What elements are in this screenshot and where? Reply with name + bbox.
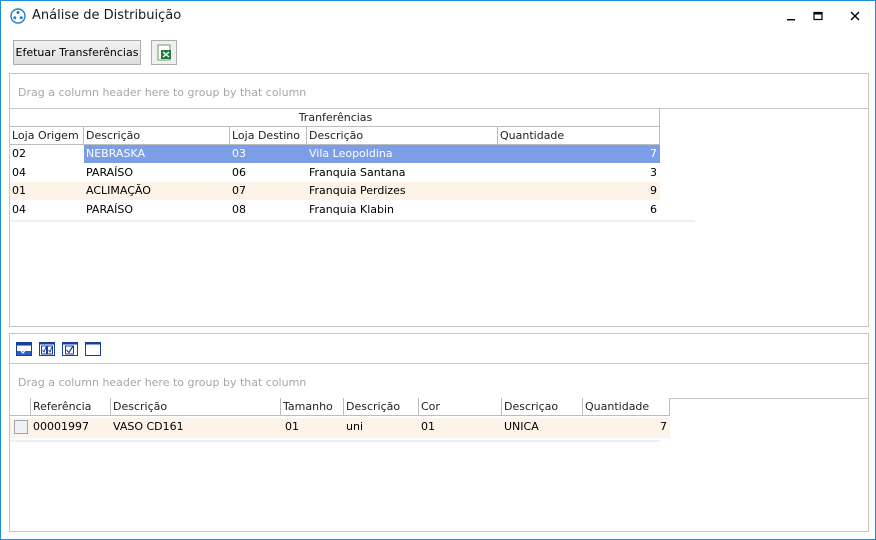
close-button[interactable]	[837, 1, 873, 31]
cell-loja-destino: 07	[232, 184, 246, 197]
cell-descricao-origem: PARAÍSO	[86, 203, 134, 216]
main-window: Análise de Distribuição Efetuar Transfer…	[0, 0, 876, 540]
cell-loja-origem: 01	[12, 184, 26, 197]
cell-loja-origem: 02	[10, 145, 84, 163]
col-header-checkbox	[10, 398, 31, 416]
band-header-transferencias: Tranferências	[10, 109, 660, 127]
col-header-quantidade[interactable]: Quantidade	[498, 127, 660, 145]
maximize-icon	[813, 11, 823, 21]
cell-quantidade: 7	[498, 145, 660, 163]
minimize-icon	[787, 19, 795, 21]
maximize-button[interactable]	[804, 1, 832, 31]
check-icon[interactable]	[62, 341, 78, 357]
cell-referencia: 00001997	[33, 420, 89, 433]
app-logo-icon	[10, 8, 26, 24]
group-by-area-top[interactable]: Drag a column header here to group by th…	[10, 74, 868, 109]
cell-descricao-origem: NEBRASKA	[84, 145, 230, 163]
cell-descricao-destino: Franquia Klabin	[309, 203, 395, 216]
col-header-descricao[interactable]: Descrição	[111, 398, 281, 416]
toolbar: Efetuar Transferências	[9, 32, 867, 72]
close-icon	[850, 11, 860, 21]
cell-loja-destino: 08	[232, 203, 246, 216]
table-row[interactable]: 02 NEBRASKA 03 Vila Leopoldina 7	[10, 145, 660, 163]
group-hint-text: Drag a column header here to group by th…	[18, 86, 307, 99]
minimize-button[interactable]	[777, 1, 805, 31]
transfers-panel: Drag a column header here to group by th…	[9, 73, 869, 327]
transfers-grid: Tranferências Loja Origem Descrição Loja…	[10, 109, 695, 224]
cell-descricao-destino: Vila Leopoldina	[307, 145, 498, 163]
cell-descricao-cor: UNICA	[504, 420, 539, 433]
cell-descricao-destino: Franquia Perdizes	[309, 184, 406, 197]
col-header-descricao-destino[interactable]: Descrição	[307, 127, 498, 145]
cell-descricao-destino: Franquia Santana	[309, 166, 406, 179]
cell-loja-destino: 06	[232, 166, 246, 179]
cell-descricao-tamanho: uni	[346, 420, 363, 433]
cell-cor: 01	[421, 420, 435, 433]
cell-loja-origem: 04	[12, 166, 26, 179]
efetuar-transferencias-button[interactable]: Efetuar Transferências	[13, 40, 141, 65]
col-header-loja-destino[interactable]: Loja Destino	[230, 127, 307, 145]
cell-loja-destino: 03	[230, 145, 307, 163]
row-checkbox[interactable]	[14, 420, 28, 434]
cell-tamanho: 01	[285, 420, 299, 433]
check-multiple-icon[interactable]	[39, 341, 55, 357]
cell-descricao: VASO CD161	[113, 420, 184, 433]
group-by-area-bottom[interactable]: Drag a column header here to group by th…	[10, 363, 868, 399]
col-header-descricao-cor[interactable]: Descriçao	[502, 398, 583, 416]
col-header-descricao-tamanho[interactable]: Descrição	[344, 398, 419, 416]
group-hint-text: Drag a column header here to group by th…	[18, 376, 307, 389]
export-excel-button[interactable]	[151, 40, 177, 65]
cell-quantidade: 6	[650, 203, 657, 216]
grid-footer-line	[10, 220, 695, 222]
cell-descricao-origem: PARAÍSO	[86, 166, 134, 179]
select-all-icon[interactable]	[16, 341, 32, 357]
col-header-descricao-origem[interactable]: Descrição	[84, 127, 230, 145]
col-header-referencia[interactable]: Referência	[31, 398, 111, 416]
cell-quantidade: 9	[650, 184, 657, 197]
col-header-quantidade[interactable]: Quantidade	[583, 398, 670, 416]
col-header-loja-origem[interactable]: Loja Origem	[10, 127, 84, 145]
cell-descricao-origem: ACLIMAÇÃO	[86, 184, 151, 197]
uncheck-all-icon[interactable]	[85, 341, 101, 357]
col-header-cor[interactable]: Cor	[419, 398, 502, 416]
title-bar: Análise de Distribuição	[1, 1, 875, 31]
table-row[interactable]: 01 ACLIMAÇÃO 07 Franquia Perdizes 9	[10, 182, 660, 200]
table-row[interactable]: 04 PARAÍSO 06 Franquia Santana 3	[10, 164, 660, 182]
cell-quantidade: 7	[660, 420, 667, 433]
table-row[interactable]: 00001997 VASO CD161 01 uni 01 UNICA 7	[10, 418, 670, 438]
table-row[interactable]: 04 PARAÍSO 08 Franquia Klabin 6	[10, 201, 660, 219]
items-grid: Referência Descrição Tamanho Descrição C…	[10, 398, 690, 448]
col-header-tamanho[interactable]: Tamanho	[281, 398, 344, 416]
excel-export-icon	[157, 44, 171, 61]
window-title: Análise de Distribuição	[32, 8, 182, 23]
cell-loja-origem: 04	[12, 203, 26, 216]
items-panel: Drag a column header here to group by th…	[9, 333, 869, 532]
grid-footer-line	[10, 440, 660, 442]
cell-quantidade: 3	[650, 166, 657, 179]
